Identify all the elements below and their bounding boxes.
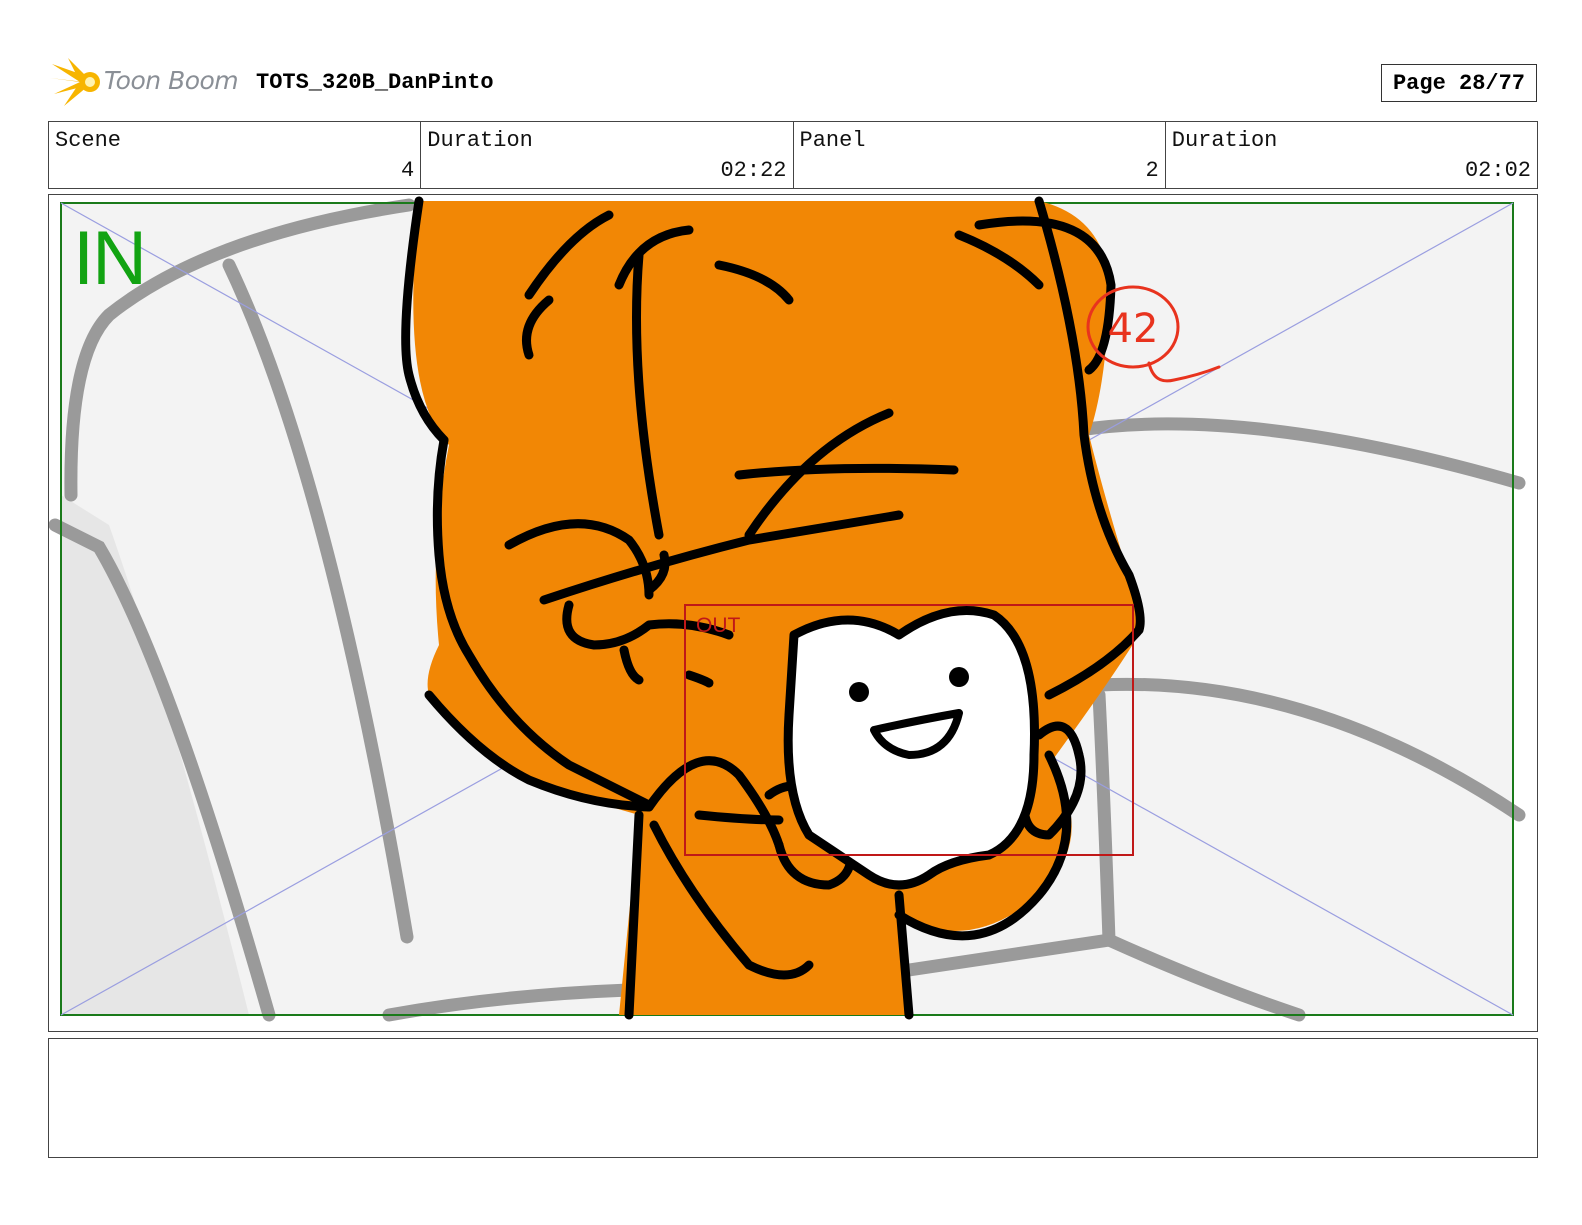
panel-value: 2 — [1145, 158, 1159, 183]
in-label: IN — [73, 216, 147, 301]
panel-label: Panel — [799, 128, 866, 153]
scene-value: 4 — [401, 158, 415, 183]
panel-duration-value: 02:02 — [1464, 158, 1531, 183]
info-table: Scene 4 Duration 02:22 Panel 2 Duration … — [48, 121, 1538, 189]
scene-duration-value: 02:22 — [720, 158, 787, 183]
panel-duration-label: Duration — [1171, 128, 1278, 153]
annotation-number: 42 — [1108, 306, 1159, 352]
scene-cell: Scene 4 — [49, 122, 422, 188]
page-number: Page 28/77 — [1381, 64, 1537, 102]
panel-duration-cell: Duration 02:02 — [1166, 122, 1537, 188]
panel-cell: Panel 2 — [794, 122, 1166, 188]
starburst-icon — [50, 58, 100, 106]
scene-duration-label: Duration — [427, 128, 533, 153]
scene-label: Scene — [55, 128, 122, 153]
storyboard-panel: 42 IN OUT — [48, 194, 1538, 1032]
out-label: OUT — [696, 614, 741, 637]
logo-text: Toon Boom — [104, 66, 239, 95]
scene-duration-cell: Duration 02:22 — [421, 122, 794, 188]
project-title: TOTS_320B_DanPinto — [256, 70, 494, 95]
toon-boom-logo: Toon Boom — [50, 56, 240, 108]
panel-drawing: 42 — [49, 196, 1526, 1022]
notes-box — [48, 1038, 1538, 1158]
